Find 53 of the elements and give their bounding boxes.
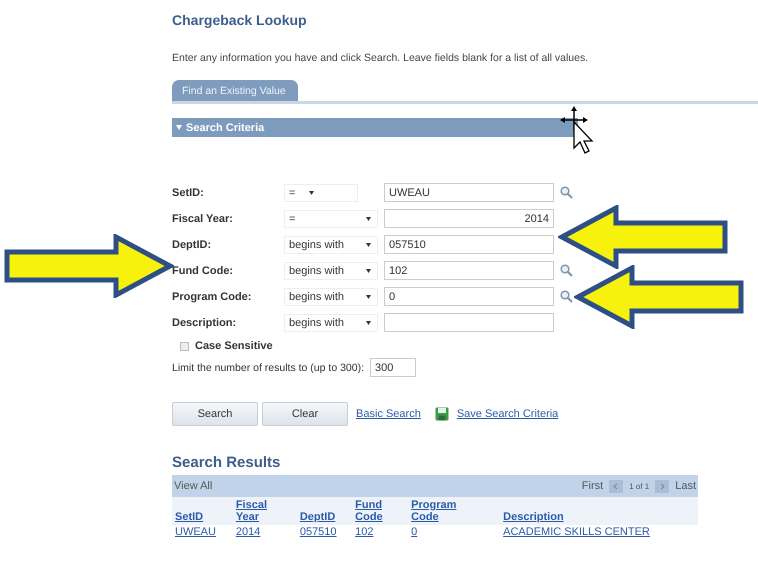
instructions-text: Enter any information you have and click Search. Leave fields blank for a list of all values. [172, 52, 590, 64]
input-field[interactable]: 057510 [384, 235, 554, 254]
caret-icon [366, 216, 371, 220]
table-cell-link[interactable]: UWEAU [175, 526, 216, 538]
page-title: Chargeback Lookup [172, 12, 308, 28]
previous-icon[interactable] [609, 480, 624, 492]
table-cell-link[interactable]: 057510 [300, 526, 337, 538]
first-link[interactable]: First [582, 480, 604, 492]
caret-icon [366, 242, 371, 246]
caret-icon [366, 320, 371, 324]
limit-label: Limit the number of results to (up to 300): [172, 362, 364, 374]
input-field[interactable]: UWEAU [384, 183, 554, 202]
operator-dropdown[interactable]: begins with [284, 288, 378, 306]
page-range: 1 of 1 [629, 482, 650, 490]
link[interactable]: Basic Search [356, 408, 421, 420]
operator-dropdown[interactable]: = [284, 184, 358, 202]
table-cell-link[interactable]: 102 [355, 526, 374, 538]
input-field[interactable]: 2014 [384, 209, 554, 228]
results-title: Search Results [172, 454, 282, 471]
collapse-icon [176, 125, 182, 130]
operator-dropdown[interactable]: begins with [284, 236, 378, 254]
field-label: SetID: [172, 186, 205, 198]
field-label: Fund Code: [172, 264, 234, 276]
field-label: DeptID: [172, 238, 212, 250]
action-button[interactable]: Clear [262, 402, 348, 426]
field-label: Program Code: [172, 290, 252, 302]
table-cell-link[interactable]: 2014 [236, 526, 260, 538]
field-label: Fiscal Year: [172, 212, 234, 224]
input-field[interactable] [384, 313, 554, 332]
section-title: Search Criteria [186, 122, 264, 134]
checkbox-label: Case Sensitive [195, 340, 273, 352]
view-all-link[interactable]: View All [174, 480, 212, 492]
operator-dropdown[interactable]: begins with [284, 314, 378, 332]
action-button[interactable]: Search [172, 402, 258, 426]
input-field[interactable]: 102 [384, 261, 554, 280]
table-cell-link[interactable]: ACADEMIC SKILLS CENTER [503, 526, 650, 538]
caret-icon [366, 268, 371, 272]
caret-icon [309, 190, 314, 194]
search-icon[interactable] [560, 186, 573, 199]
input-field[interactable]: 0 [384, 287, 554, 306]
operator-dropdown[interactable]: = [284, 210, 378, 228]
next-icon[interactable] [655, 480, 670, 492]
link[interactable]: Save Search Criteria [456, 408, 558, 420]
checkbox[interactable] [180, 342, 189, 350]
column-header-link[interactable]: Description [503, 511, 564, 523]
input-field[interactable]: 300 [370, 358, 416, 377]
last-link[interactable]: Last [675, 480, 696, 492]
search-icon[interactable] [560, 264, 573, 277]
field-label: Description: [172, 316, 238, 328]
caret-icon [366, 294, 371, 298]
search-icon[interactable] [560, 290, 573, 303]
table-cell-link[interactable]: 0 [411, 526, 418, 538]
operator-dropdown[interactable]: begins with [284, 262, 378, 280]
